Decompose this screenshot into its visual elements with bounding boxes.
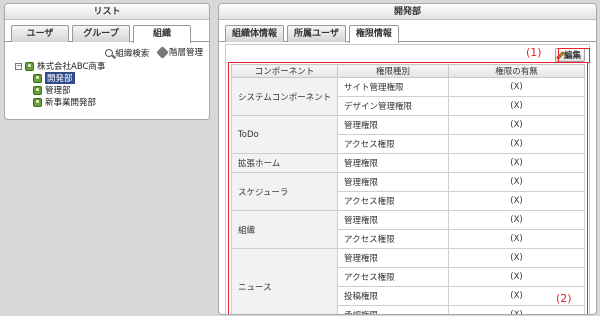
component-cell: 組織 <box>231 210 338 249</box>
detail-panel-title: 開発部 <box>219 4 596 20</box>
permission-value-cell: (X) <box>448 115 585 135</box>
tree-root[interactable]: − 株式会社ABC商事 <box>15 60 209 72</box>
organization-icon <box>33 97 42 107</box>
permission-type-cell: アクセス権限 <box>337 191 449 211</box>
permission-type-cell: アクセス権限 <box>337 267 449 287</box>
tab-users[interactable]: ユーザ <box>11 25 69 42</box>
org-search-label: 組織検索 <box>115 48 150 59</box>
permission-type-cell: 承認権限 <box>337 305 449 314</box>
list-tabs: ユーザ グループ 組織 <box>5 20 209 43</box>
tree-root-label[interactable]: 株式会社ABC商事 <box>37 60 105 72</box>
collapse-icon[interactable]: − <box>15 62 22 70</box>
permission-type-cell: 管理権限 <box>337 115 449 135</box>
component-cell: スケジューラ <box>231 172 338 211</box>
tab-org-info[interactable]: 組織体情報 <box>225 25 285 42</box>
permission-type-cell: サイト管理権限 <box>337 77 449 97</box>
table-row: ニュース 管理権限 (X) <box>231 248 585 314</box>
detail-tabs: 組織体情報 所属ユーザ 権限情報 <box>219 20 596 43</box>
permission-type-cell: アクセス権限 <box>337 134 449 154</box>
permission-value-cell: (X) <box>448 210 585 230</box>
permission-value-cell: (X) <box>448 153 585 173</box>
permission-value-cell: (X) <box>448 267 585 287</box>
permission-type-cell: 管理権限 <box>337 248 449 268</box>
permission-type-cell: アクセス権限 <box>337 229 449 249</box>
permission-value-cell: (X) <box>448 96 585 116</box>
permission-value-cell: (X) <box>448 305 585 314</box>
permission-type-cell: デザイン管理権限 <box>337 96 449 116</box>
tab-organization[interactable]: 組織 <box>133 25 191 43</box>
tree-item-label[interactable]: 新事業開発部 <box>45 96 96 108</box>
table-row: システムコンポーネント サイト管理権限 (X) <box>231 77 585 116</box>
annotation-edit: (1) <box>526 46 542 59</box>
tree-item-label[interactable]: 管理部 <box>45 84 71 96</box>
permissions-table: コンポーネント 権限種別 権限の有無 システムコンポーネント サイト管理権限 (X)… <box>231 64 585 314</box>
component-cell: システムコンポーネント <box>231 77 338 116</box>
permission-type-cell: 管理権限 <box>337 210 449 230</box>
organization-icon <box>25 61 34 71</box>
edit-button[interactable]: 編集 <box>554 48 585 62</box>
permission-type-cell: 管理権限 <box>337 153 449 173</box>
wrench-icon <box>156 45 169 59</box>
permission-value-cell: (X) <box>448 77 585 97</box>
annotation-table: (2) <box>556 292 572 305</box>
table-row: ToDo 管理権限 (X) <box>231 115 585 154</box>
column-header-granted: 権限の有無 <box>448 64 585 78</box>
table-row: スケジューラ 管理権限 (X) <box>231 172 585 211</box>
permission-type-cell: 投稿権限 <box>337 286 449 306</box>
permission-value-cell: (X) <box>448 248 585 268</box>
permission-value-cell: (X) <box>448 229 585 249</box>
tree-item-label-selected[interactable]: 開発部 <box>45 72 75 84</box>
permission-type-cell: 管理権限 <box>337 172 449 192</box>
tab-groups[interactable]: グループ <box>72 25 130 42</box>
org-search-button[interactable]: 組織検索 <box>105 47 149 59</box>
tree-toolbar: 組織検索 階層管理 <box>5 42 209 59</box>
component-cell: ニュース <box>231 248 338 314</box>
detail-panel: 開発部 組織体情報 所属ユーザ 権限情報 編集 コンポーネント 権限種別 権限の… <box>218 3 597 315</box>
search-icon <box>105 48 114 57</box>
table-header-row: コンポーネント 権限種別 権限の有無 <box>231 64 585 78</box>
permission-value-cell: (X) <box>448 134 585 154</box>
list-panel-title: リスト <box>5 4 209 20</box>
column-header-type: 権限種別 <box>337 64 449 78</box>
permission-value-cell: (X) <box>448 191 585 211</box>
permissions-content: 編集 コンポーネント 権限種別 権限の有無 システムコンポーネント サイト管理権限… <box>225 44 590 314</box>
tab-members[interactable]: 所属ユーザ <box>287 25 346 42</box>
list-panel: リスト ユーザ グループ 組織 組織検索 階層管理 − 株式会社ABC商事 開発… <box>4 3 210 120</box>
tab-permissions[interactable]: 権限情報 <box>348 25 399 43</box>
table-row: 組織 管理権限 (X) <box>231 210 585 249</box>
hierarchy-manage-button[interactable]: 階層管理 <box>156 45 203 59</box>
org-tree: − 株式会社ABC商事 開発部 管理部 新事業開発部 <box>5 58 209 108</box>
permissions-table-wrapper[interactable]: コンポーネント 権限種別 権限の有無 システムコンポーネント サイト管理権限 (X)… <box>226 64 589 314</box>
tree-item-dev[interactable]: 開発部 <box>15 72 209 84</box>
tree-item-admin[interactable]: 管理部 <box>15 84 209 96</box>
tree-item-newbiz[interactable]: 新事業開発部 <box>15 96 209 108</box>
column-header-component: コンポーネント <box>231 64 338 78</box>
component-cell: ToDo <box>231 115 338 154</box>
table-row: 拡張ホーム 管理権限 (X) <box>231 153 585 173</box>
component-cell: 拡張ホーム <box>231 153 338 173</box>
permission-value-cell: (X) <box>448 172 585 192</box>
hierarchy-manage-label: 階層管理 <box>168 48 203 58</box>
organization-icon <box>33 73 42 83</box>
organization-icon <box>33 85 42 95</box>
edit-label: 編集 <box>563 51 581 61</box>
